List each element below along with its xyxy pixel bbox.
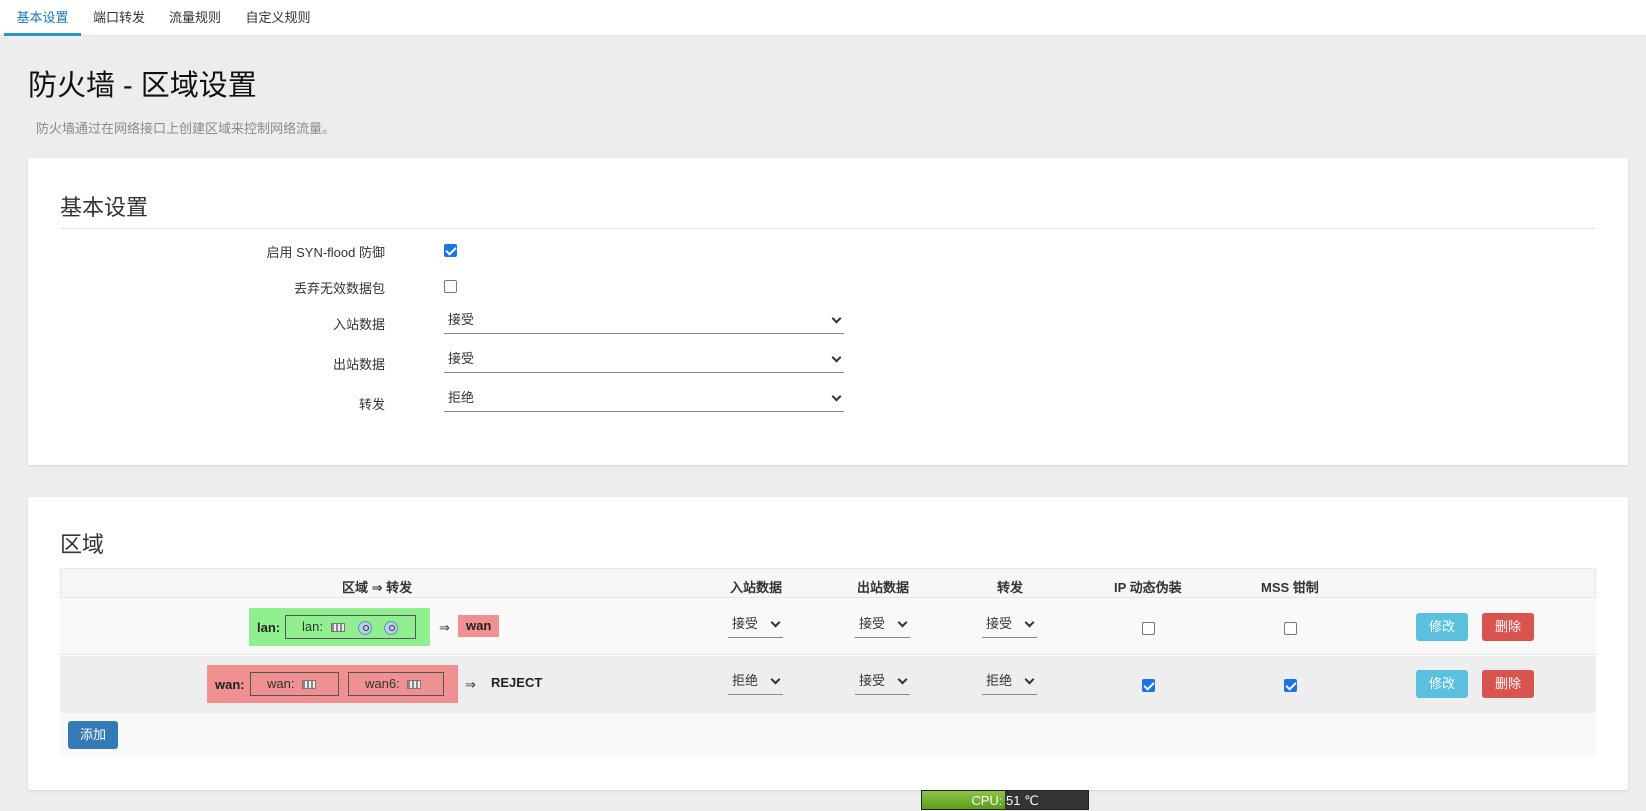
interface-badge-lan: lan: — [285, 615, 416, 639]
tab-bar: 基本设置 端口转发 流量规则 自定义规则 — [0, 0, 1646, 36]
zones-title: 区域 — [60, 532, 105, 557]
zone-output-select[interactable]: 接受 — [855, 612, 910, 638]
interface-badge-wan6: wan6: — [348, 672, 444, 696]
masquerading-checkbox[interactable] — [1142, 622, 1155, 635]
zone-output-value: 接受 — [859, 673, 886, 688]
wireless-icon — [358, 620, 373, 635]
add-row: 添加 — [60, 713, 1596, 757]
zone-badge-lan: lan: lan: — [249, 608, 430, 646]
input-policy-label: 入站数据 — [332, 317, 385, 332]
forward-arrow: ⇒ — [465, 677, 476, 692]
cpu-temperature-text: CPU: 51 ℃ — [971, 793, 1039, 808]
interface-label: lan: — [302, 619, 323, 634]
tab-custom-rules[interactable]: 自定义规则 — [238, 0, 318, 36]
drop-invalid-label: 丢弃无效数据包 — [293, 281, 385, 296]
zone-name: wan: — [215, 677, 245, 692]
interface-label: wan: — [267, 676, 295, 691]
col-masquerading: IP 动态伪装 — [1114, 580, 1182, 595]
chevron-down-icon — [897, 674, 908, 685]
zone-input-select[interactable]: 接受 — [728, 612, 783, 638]
table-row: wan: wan: wan6: ⇒ REJECT 拒绝 接受 拒绝 修改 删除 — [60, 656, 1596, 713]
zone-input-select[interactable]: 拒绝 — [728, 669, 783, 695]
col-mss-clamping: MSS 钳制 — [1261, 580, 1319, 595]
edit-button[interactable]: 修改 — [1416, 613, 1468, 641]
ethernet-icon — [302, 680, 317, 690]
add-zone-button[interactable]: 添加 — [68, 721, 118, 749]
mss-clamping-checkbox[interactable] — [1284, 622, 1297, 635]
forward-policy-label: 转发 — [358, 397, 385, 412]
divider — [60, 228, 1596, 229]
chevron-down-icon — [831, 352, 842, 363]
zone-badge-wan: wan: wan: wan6: — [207, 665, 458, 703]
masquerading-checkbox[interactable] — [1142, 679, 1155, 692]
interface-label: wan6: — [365, 676, 400, 691]
zone-output-select[interactable]: 接受 — [855, 669, 910, 695]
wireless-icon — [383, 620, 398, 635]
zone-name: lan: — [257, 620, 281, 635]
zone-input-value: 拒绝 — [732, 673, 759, 688]
edit-button[interactable]: 修改 — [1416, 670, 1468, 698]
zone-output-value: 接受 — [859, 616, 886, 631]
chevron-down-icon — [1024, 617, 1035, 628]
cpu-temperature-bar: CPU: 51 ℃ — [921, 790, 1089, 810]
output-policy-value: 接受 — [448, 351, 475, 366]
col-output: 出站数据 — [857, 580, 910, 595]
ethernet-icon — [407, 680, 422, 690]
table-row: lan: lan: ⇒ wan 接受 接受 接受 修改 删除 — [60, 598, 1596, 655]
zones-table-header: 区域 ⇒ 转发 入站数据 出站数据 转发 IP 动态伪装 MSS 钳制 — [60, 568, 1596, 598]
delete-button[interactable]: 删除 — [1482, 670, 1534, 698]
dest-zone-wan: wan — [458, 615, 500, 637]
forward-arrow: ⇒ — [439, 620, 450, 635]
dest-reject: REJECT — [491, 675, 543, 690]
chevron-down-icon — [770, 674, 781, 685]
forward-policy-value: 拒绝 — [448, 390, 475, 405]
ethernet-icon — [330, 623, 345, 633]
col-zone-forward: 区域 ⇒ 转发 — [342, 580, 413, 595]
drop-invalid-checkbox[interactable] — [444, 280, 457, 293]
chevron-down-icon — [831, 391, 842, 402]
output-policy-select[interactable]: 接受 — [444, 347, 844, 373]
input-policy-select[interactable]: 接受 — [444, 308, 844, 334]
page-title: 防火墙 - 区域设置 — [28, 70, 257, 102]
zone-forward-select[interactable]: 拒绝 — [982, 669, 1037, 695]
tab-traffic-rules[interactable]: 流量规则 — [162, 0, 228, 36]
input-policy-value: 接受 — [448, 312, 475, 327]
chevron-down-icon — [770, 617, 781, 628]
chevron-down-icon — [897, 617, 908, 628]
page-description: 防火墙通过在网络接口上创建区域来控制网络流量。 — [36, 121, 336, 136]
tab-general-settings[interactable]: 基本设置 — [4, 0, 81, 36]
chevron-down-icon — [1024, 674, 1035, 685]
forward-policy-select[interactable]: 拒绝 — [444, 386, 844, 412]
zone-forward-value: 接受 — [986, 616, 1013, 631]
tab-port-forwards[interactable]: 端口转发 — [86, 0, 152, 36]
output-policy-label: 出站数据 — [332, 357, 385, 372]
chevron-down-icon — [831, 313, 842, 324]
general-settings-panel: 基本设置 启用 SYN-flood 防御 丢弃无效数据包 入站数据 接受 出站数… — [28, 158, 1628, 465]
col-forward: 转发 — [997, 580, 1024, 595]
col-input: 入站数据 — [730, 580, 783, 595]
mss-clamping-checkbox[interactable] — [1284, 679, 1297, 692]
zone-forward-select[interactable]: 接受 — [982, 612, 1037, 638]
syn-flood-label: 启用 SYN-flood 防御 — [266, 245, 385, 260]
interface-badge-wan: wan: — [250, 672, 339, 696]
delete-button[interactable]: 删除 — [1482, 613, 1534, 641]
zone-input-value: 接受 — [732, 616, 759, 631]
syn-flood-checkbox[interactable] — [444, 244, 457, 257]
general-settings-title: 基本设置 — [60, 195, 149, 220]
zone-forward-value: 拒绝 — [986, 673, 1013, 688]
